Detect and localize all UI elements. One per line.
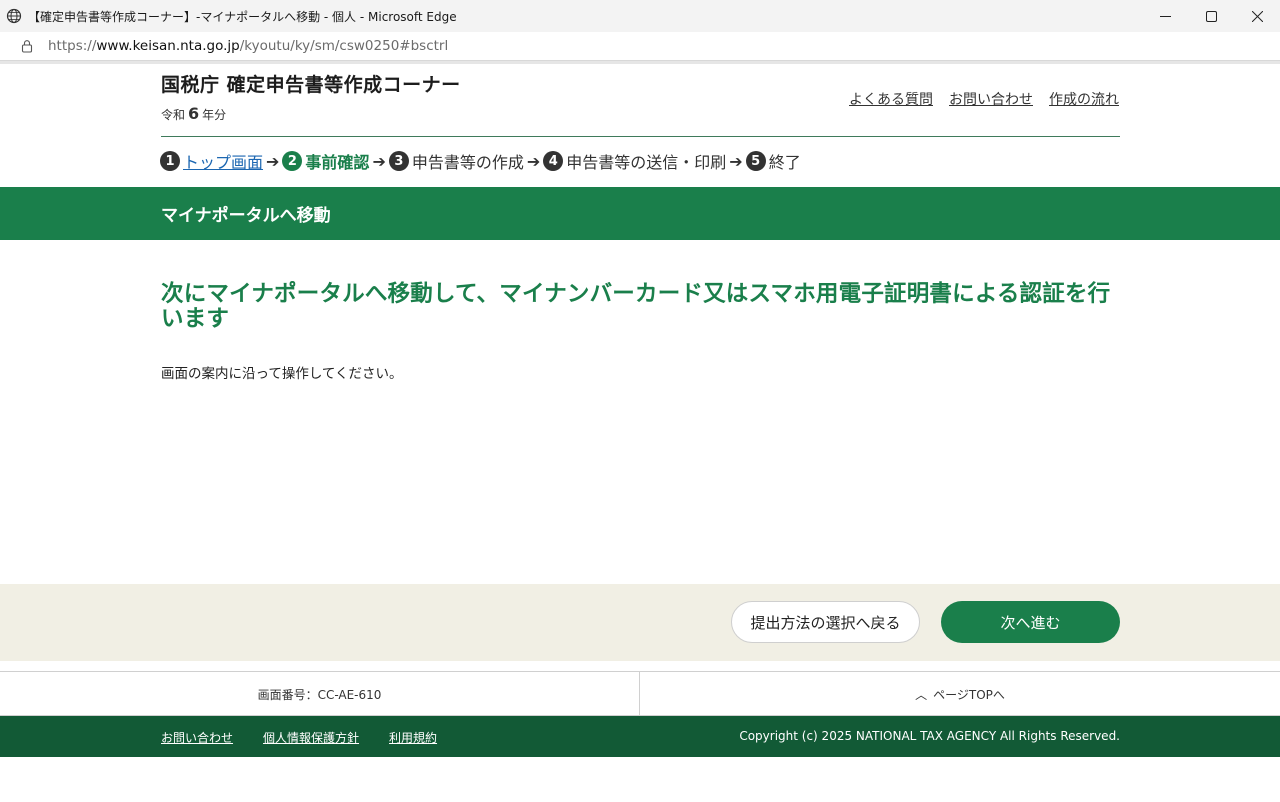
arrow-right-icon: ➔ (729, 151, 743, 171)
chrome-divider (0, 61, 1280, 64)
step-number: 2 (282, 151, 303, 171)
instruction-text: 画面の案内に沿って操作してください。 (161, 366, 403, 382)
header-divider (161, 136, 1120, 137)
footer-info: 画面番号：CC-AE-610 ︿ ページTOPへ (0, 671, 1280, 716)
era-prefix: 令和 (161, 108, 186, 122)
contact-link[interactable]: お問い合わせ (949, 89, 1033, 109)
page-title: マイナポータルへ移動 (161, 206, 331, 226)
minimize-button[interactable] (1142, 0, 1188, 32)
arrow-right-icon: ➔ (266, 151, 280, 171)
page-top-label: ページTOPへ (933, 687, 1005, 702)
step-number: 3 (388, 151, 409, 171)
lock-icon[interactable] (20, 39, 34, 53)
step-number: 1 (160, 151, 180, 171)
arrow-right-icon: ➔ (372, 151, 386, 171)
step-indicator: 1 トップ画面 ➔ 2 事前確認 ➔ 3 申告書等の作成 ➔ 4 申告書等の送信… (160, 149, 801, 173)
step-label: 申告書等の送信・印刷 (566, 153, 727, 172)
address-bar[interactable]: https://www.keisan.nta.go.jp/kyoutu/ky/s… (0, 32, 1280, 61)
site-title: 国税庁 確定申告書等作成コーナー (161, 74, 461, 96)
copyright: Copyright (c) 2025 NATIONAL TAX AGENCY A… (739, 729, 1120, 743)
close-button[interactable] (1234, 0, 1280, 32)
chevron-up-icon: ︿ (915, 687, 928, 702)
footer-contact-link[interactable]: お問い合わせ (161, 729, 233, 746)
header-links: よくある質問 お問い合わせ 作成の流れ (849, 89, 1119, 109)
url-domain: www.keisan.nta.go.jp (96, 38, 240, 54)
main-headline: 次にマイナポータルへ移動して、マイナンバーカード又はスマホ用電子証明書による認証… (161, 281, 1111, 332)
arrow-right-icon: ➔ (526, 151, 541, 171)
maximize-button[interactable] (1188, 0, 1234, 32)
step-label: 終了 (768, 153, 801, 172)
window-controls (1142, 0, 1280, 32)
step-label: 申告書等の作成 (411, 153, 524, 172)
screen-id: 画面番号：CC-AE-610 (257, 687, 382, 702)
window-title: 【確定申告書等作成コーナー】-マイナポータルへ移動 - 個人 - Microso… (28, 9, 457, 24)
browser-title-bar: 【確定申告書等作成コーナー】-マイナポータルへ移動 - 個人 - Microso… (0, 0, 1280, 32)
globe-icon (6, 8, 22, 24)
minimize-icon (1159, 15, 1171, 17)
close-icon (1251, 10, 1263, 22)
url-text[interactable]: https://www.keisan.nta.go.jp/kyoutu/ky/s… (48, 38, 448, 54)
back-button[interactable]: 提出方法の選択へ戻る (731, 601, 920, 643)
url-prefix: https:// (48, 38, 97, 54)
maximize-icon (1205, 10, 1217, 22)
page-top-link[interactable]: ︿ ページTOPへ (640, 672, 1280, 716)
url-path: /kyoutu/ky/sm/csw0250#bsctrl (239, 38, 449, 54)
next-button[interactable]: 次へ進む (941, 601, 1120, 643)
flow-link[interactable]: 作成の流れ (1049, 89, 1119, 109)
step-current-label: 事前確認 (305, 153, 370, 172)
step-number: 4 (543, 151, 564, 171)
era-number: 6 (188, 104, 200, 123)
step-top-screen-link[interactable]: トップ画面 (183, 149, 263, 173)
tax-year: 令和 6 年分 (161, 104, 226, 123)
faq-link[interactable]: よくある質問 (849, 89, 933, 109)
terms-link[interactable]: 利用規約 (389, 729, 437, 746)
privacy-policy-link[interactable]: 個人情報保護方針 (263, 729, 359, 746)
footer-links: お問い合わせ 個人情報保護方針 利用規約 (161, 729, 437, 746)
era-suffix: 年分 (202, 108, 227, 122)
step-number: 5 (745, 151, 766, 171)
